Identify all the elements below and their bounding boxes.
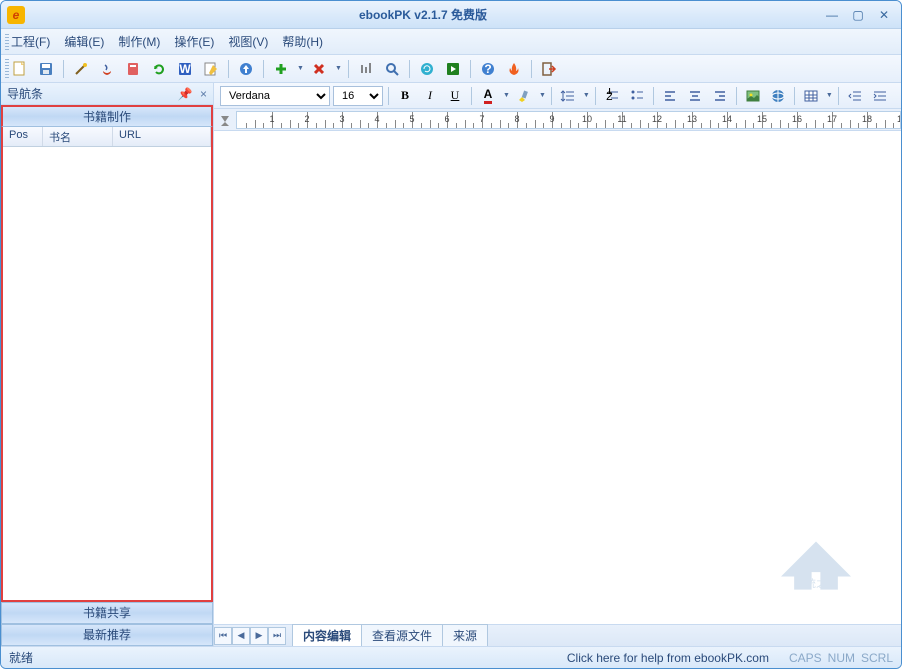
ruler-row: 12345678910111213141516171819 [214, 109, 901, 131]
align-left-button[interactable] [659, 86, 681, 106]
status-help-link[interactable]: Click here for help from ebookPK.com [209, 651, 789, 665]
play-icon[interactable] [442, 58, 464, 80]
tab-view-source[interactable]: 查看源文件 [361, 624, 443, 647]
align-right-button[interactable] [709, 86, 731, 106]
tab-nav-first[interactable]: ⏮ [214, 627, 232, 645]
menu-make[interactable]: 制作(M) [118, 33, 160, 50]
numbered-list-button[interactable]: 12 [601, 86, 623, 106]
status-caps: CAPS [789, 651, 822, 665]
sidebar-header: 导航条 📌 × [1, 83, 213, 105]
menu-project[interactable]: 工程(F) [11, 33, 50, 50]
tab-nav-next[interactable]: ▶ [250, 627, 268, 645]
search-icon[interactable] [381, 58, 403, 80]
size-select[interactable]: 16 [333, 86, 383, 106]
java-icon[interactable] [96, 58, 118, 80]
format-toolbar: Verdana 16 B I U A ▼ ▼ ▼ 12 [214, 83, 901, 109]
minimize-button[interactable]: — [821, 7, 843, 23]
column-headers: Pos 书名 URL [3, 127, 211, 147]
svg-text:W: W [179, 62, 191, 76]
link-button[interactable] [767, 86, 789, 106]
font-color-button[interactable]: A [477, 86, 499, 106]
refresh-icon[interactable] [148, 58, 170, 80]
sidebar-title: 导航条 [7, 85, 174, 102]
document-canvas[interactable]: 系统之家 [214, 131, 901, 624]
editor-tabs: ⏮ ◀ ▶ ⏭ 内容编辑 查看源文件 来源 [214, 624, 901, 646]
status-ready: 就绪 [9, 649, 209, 666]
edit-icon[interactable] [200, 58, 222, 80]
close-button[interactable]: ✕ [873, 7, 895, 23]
indent-button[interactable] [869, 86, 891, 106]
outdent-button[interactable] [844, 86, 866, 106]
underline-button[interactable]: U [444, 86, 466, 106]
accordion-book-make[interactable]: 书籍制作 [1, 105, 213, 127]
add-dropdown-icon[interactable]: ▼ [297, 65, 304, 72]
svg-text:系统之家: 系统之家 [795, 577, 837, 590]
title-bar: e ebookPK v2.1.7 免费版 — ▢ ✕ [1, 1, 901, 29]
exit-icon[interactable] [538, 58, 560, 80]
app-icon: e [7, 6, 25, 24]
book-list-panel: Pos 书名 URL [1, 127, 213, 602]
delete-icon[interactable] [308, 58, 330, 80]
wand-icon[interactable] [70, 58, 92, 80]
editor-area: Verdana 16 B I U A ▼ ▼ ▼ 12 [214, 83, 901, 646]
status-scrl: SCRL [861, 651, 893, 665]
word-icon[interactable]: W [174, 58, 196, 80]
horizontal-ruler[interactable]: 12345678910111213141516171819 [236, 111, 901, 129]
bullet-list-button[interactable] [626, 86, 648, 106]
accordion-book-share[interactable]: 书籍共享 [1, 602, 213, 624]
svg-text:?: ? [484, 62, 491, 76]
save-icon[interactable] [35, 58, 57, 80]
tab-content-edit[interactable]: 内容编辑 [292, 624, 362, 647]
fire-icon[interactable] [503, 58, 525, 80]
menu-help[interactable]: 帮助(H) [282, 33, 323, 50]
help-icon[interactable]: ? [477, 58, 499, 80]
menu-view[interactable]: 视图(V) [228, 33, 268, 50]
tab-origin[interactable]: 来源 [442, 624, 488, 647]
align-center-button[interactable] [684, 86, 706, 106]
italic-button[interactable]: I [419, 86, 441, 106]
svg-text:2: 2 [606, 89, 613, 103]
col-name[interactable]: 书名 [43, 127, 113, 146]
delete-dropdown-icon[interactable]: ▼ [335, 65, 342, 72]
accordion-recommend[interactable]: 最新推荐 [1, 624, 213, 646]
status-bar: 就绪 Click here for help from ebookPK.com … [1, 646, 901, 668]
font-select[interactable]: Verdana [220, 86, 330, 106]
pin-icon[interactable]: 📌 [178, 87, 193, 101]
tab-nav-last[interactable]: ⏭ [268, 627, 286, 645]
watermark: 系统之家 [771, 524, 861, 594]
image-button[interactable] [742, 86, 764, 106]
status-num: NUM [828, 651, 855, 665]
tab-nav-prev[interactable]: ◀ [232, 627, 250, 645]
line-spacing-button[interactable] [557, 86, 579, 106]
sort-icon[interactable] [355, 58, 377, 80]
menu-edit[interactable]: 编辑(E) [64, 33, 104, 50]
spacing-dropdown-icon[interactable]: ▼ [583, 92, 590, 99]
app-window: e ebookPK v2.1.7 免费版 — ▢ ✕ 工程(F) 编辑(E) 制… [0, 0, 902, 669]
sync-icon[interactable] [416, 58, 438, 80]
highlight-dropdown-icon[interactable]: ▼ [539, 92, 546, 99]
bold-button[interactable]: B [394, 86, 416, 106]
sidebar: 导航条 📌 × 书籍制作 Pos 书名 URL 书籍共享 最新推荐 [1, 83, 214, 646]
table-button[interactable] [800, 86, 822, 106]
highlight-button[interactable] [513, 86, 535, 106]
new-icon[interactable] [9, 58, 31, 80]
col-pos[interactable]: Pos [3, 127, 43, 146]
col-url[interactable]: URL [113, 127, 211, 146]
up-icon[interactable] [235, 58, 257, 80]
table-dropdown-icon[interactable]: ▼ [826, 92, 833, 99]
ruler-indent-marker[interactable] [214, 113, 236, 127]
book-icon[interactable] [122, 58, 144, 80]
window-title: ebookPK v2.1.7 免费版 [25, 6, 821, 23]
sidebar-close-icon[interactable]: × [200, 87, 207, 101]
menu-operate[interactable]: 操作(E) [174, 33, 214, 50]
menu-bar: 工程(F) 编辑(E) 制作(M) 操作(E) 视图(V) 帮助(H) [1, 29, 901, 55]
maximize-button[interactable]: ▢ [847, 7, 869, 23]
font-color-dropdown-icon[interactable]: ▼ [503, 92, 510, 99]
main-toolbar: W ▼ ▼ ? [1, 55, 901, 83]
add-icon[interactable] [270, 58, 292, 80]
